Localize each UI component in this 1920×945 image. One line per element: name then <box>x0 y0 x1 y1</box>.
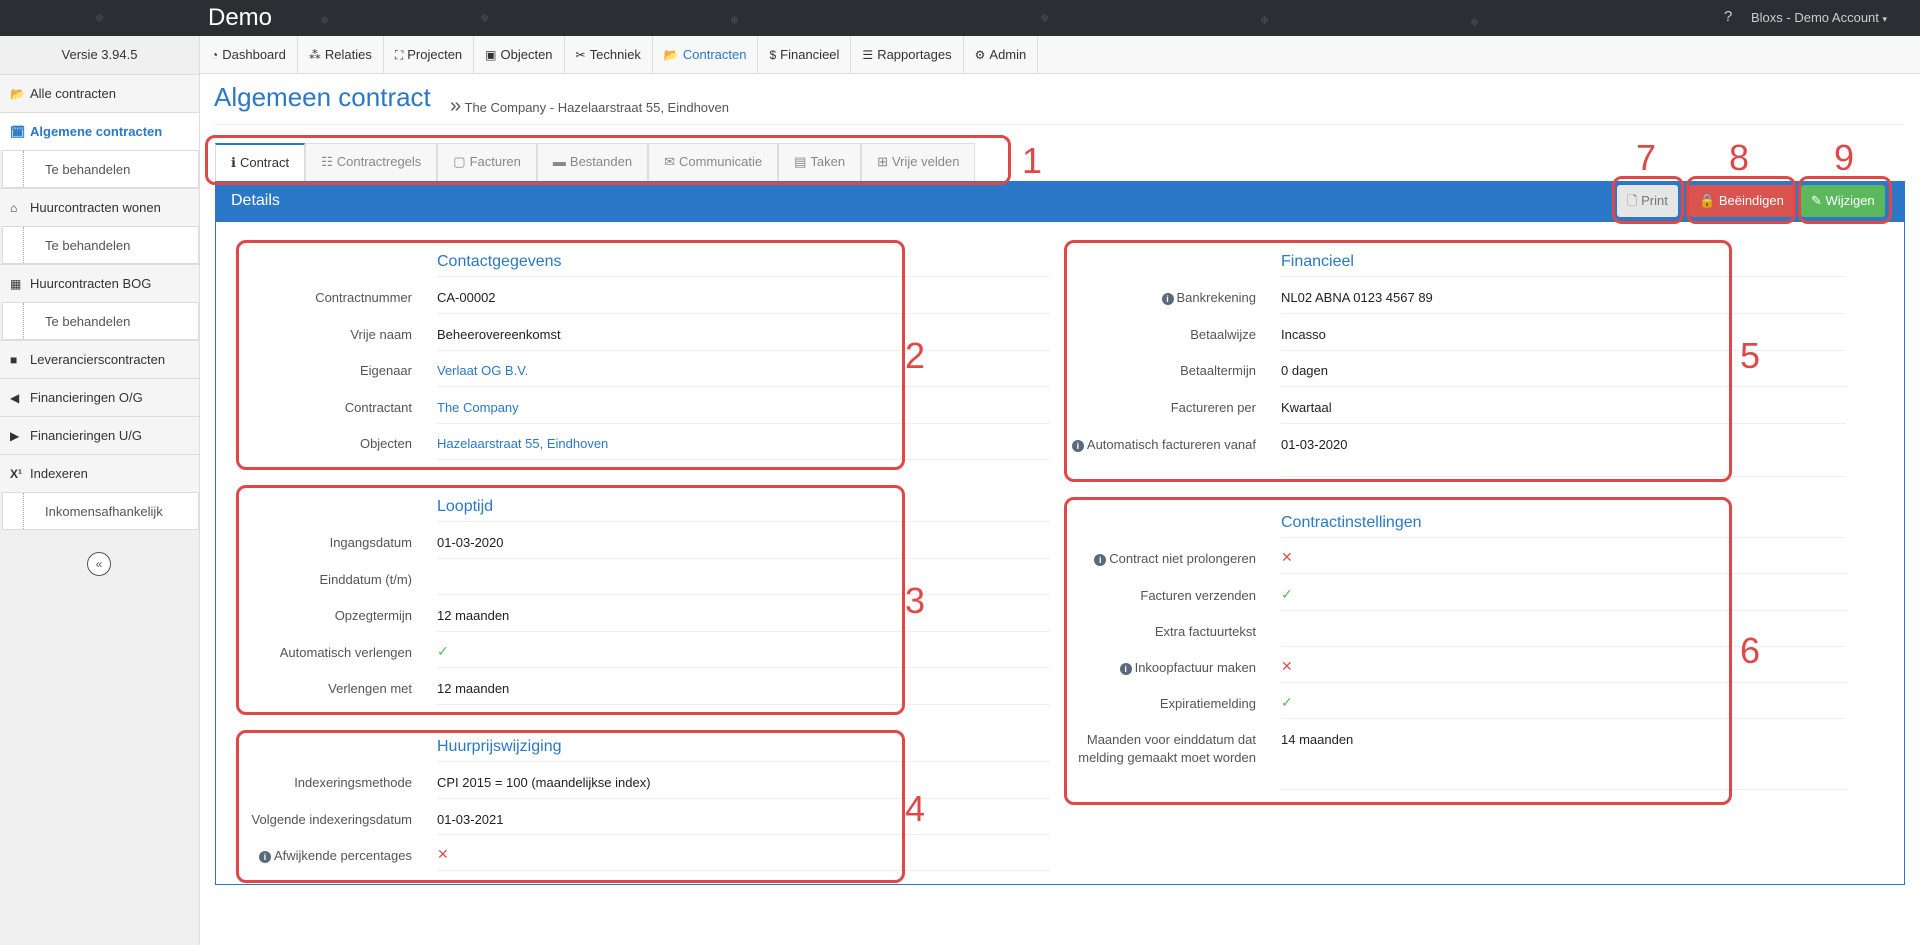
nav-financieel[interactable]: $ Financieel <box>758 36 852 74</box>
annotation-number: 1 <box>1022 140 1043 181</box>
nav-label: Financieel <box>780 47 840 62</box>
sidebar-subitem-label: Inkomensafhankelijk <box>45 503 163 519</box>
nav-objecten[interactable]: ▣ Objecten <box>474 36 565 74</box>
sidebar-item-indexeren[interactable]: X¹ Indexeren <box>0 454 199 492</box>
sidebar-item-label: Indexeren <box>30 466 88 481</box>
version-label: Versie 3.94.5 <box>61 47 138 62</box>
nav-label: Techniek <box>589 47 641 62</box>
building-icon: ▦ <box>10 276 22 291</box>
superscript-icon: X¹ <box>10 466 22 481</box>
sidebar-item-financieringen-ug[interactable]: ▶ Financieringen U/G <box>0 416 199 454</box>
top-bar: ❄ ❄ ❄ ❄ ❄ ❄ ❄ Demo ? Bloxs - Demo Accoun… <box>0 0 1920 36</box>
list-icon: ☰ <box>862 48 874 62</box>
circle-arrow-right-icon: ▶ <box>10 428 20 443</box>
annotation-box <box>236 730 905 883</box>
snowflake-decoration: ❄ <box>1470 17 1480 29</box>
sitemap-icon: ⁂ <box>308 48 321 62</box>
sidebar-item-label: Alle contracten <box>30 86 116 101</box>
sidebar-subitem-label: Te behandelen <box>45 161 131 177</box>
calendar-icon: 🗓 <box>10 124 26 139</box>
annotation-number: 8 <box>1729 137 1750 178</box>
account-menu[interactable]: Bloxs - Demo Account ▾ <box>1751 10 1887 25</box>
sidebar-item-huurcontracten-wonen[interactable]: ⌂ Huurcontracten wonen <box>0 188 199 226</box>
sidebar-item-leverancierscontracten[interactable]: ■ Leverancierscontracten <box>0 340 199 378</box>
sidebar-subitem-label: Te behandelen <box>45 237 131 253</box>
sidebar-item-label: Algemene contracten <box>30 124 163 139</box>
snowflake-decoration: ❄ <box>95 13 105 25</box>
dollar-icon: $ <box>769 48 777 62</box>
nav-rapportages[interactable]: ☰ Rapportages <box>851 36 964 74</box>
main-nav: ◔ Dashboard ⁂ Relaties ⛶ Projecten ▣ Objecte… <box>200 36 1920 74</box>
nav-contracten[interactable]: 📂 Contracten <box>653 36 759 74</box>
image-icon: ▣ <box>485 48 497 62</box>
account-label: Bloxs - Demo Account <box>1751 10 1879 25</box>
app-brand[interactable]: Demo <box>208 4 272 32</box>
page-title: Algemeen contract <box>214 82 431 112</box>
annotation-number: 2 <box>905 335 926 376</box>
snowflake-decoration: ❄ <box>1040 13 1050 25</box>
nav-label: Rapportages <box>877 47 952 62</box>
sidebar-item-label: Financieringen U/G <box>30 428 142 443</box>
sidebar-item-algemene-contracten[interactable]: 🗓 Algemene contracten <box>0 112 199 150</box>
nav-label: Admin <box>989 47 1027 62</box>
snowflake-decoration: ❄ <box>730 15 740 27</box>
page-subtitle: » The Company - Hazelaarstraat 55, Eindh… <box>450 95 729 118</box>
nav-label: Contracten <box>682 47 747 62</box>
sidebar-subitem-te-behandelen[interactable]: Te behandelen <box>2 226 199 264</box>
snowflake-decoration: ❄ <box>320 15 330 27</box>
annotation-box <box>236 485 905 715</box>
snowflake-decoration: ❄ <box>1260 15 1270 27</box>
divider <box>214 124 1904 125</box>
annotation-number: 7 <box>1636 137 1657 178</box>
sidebar-subitem-te-behandelen[interactable]: Te behandelen <box>2 302 199 340</box>
annotation-number: 4 <box>905 788 926 829</box>
folder-open-icon: 📂 <box>10 86 25 101</box>
home-icon: ⌂ <box>10 200 18 215</box>
sidebar-subitem-inkomensafhankelijk[interactable]: Inkomensafhankelijk <box>2 492 199 530</box>
circle-arrow-left-icon: ◀ <box>10 390 20 405</box>
annotation-box <box>1686 176 1796 224</box>
annotation-number: 5 <box>1740 335 1761 376</box>
sidebar-item-financieringen-og[interactable]: ◀ Financieringen O/G <box>0 378 199 416</box>
nav-relaties[interactable]: ⁂ Relaties <box>298 36 384 74</box>
snowflake-decoration: ❄ <box>480 13 490 25</box>
sidebar-item-alle-contracten[interactable]: 📂 Alle contracten <box>0 74 199 112</box>
nav-admin[interactable]: ⚙ Admin <box>964 36 1039 74</box>
nav-label: Objecten <box>500 47 553 62</box>
folder-open-icon: 📂 <box>663 48 679 62</box>
nav-dashboard[interactable]: ◔ Dashboard <box>200 36 298 74</box>
dashboard-icon: ◔ <box>211 48 219 62</box>
annotation-number: 9 <box>1834 137 1855 178</box>
annotation-box <box>1798 176 1892 224</box>
nav-techniek[interactable]: ✂ Techniek <box>565 36 653 74</box>
briefcase-icon: ■ <box>10 352 18 367</box>
nav-projecten[interactable]: ⛶ Projecten <box>384 36 475 74</box>
annotation-box <box>1064 497 1732 805</box>
gear-icon: ⚙ <box>974 48 986 62</box>
sidebar-subitem-label: Te behandelen <box>45 313 131 329</box>
annotation-number: 3 <box>905 580 926 621</box>
expand-icon: ⛶ <box>394 48 404 62</box>
sidebar-item-label: Leverancierscontracten <box>30 352 166 367</box>
wrench-icon: ✂ <box>575 48 586 62</box>
sidebar-item-huurcontracten-bog[interactable]: ▦ Huurcontracten BOG <box>0 264 199 302</box>
sidebar: Versie 3.94.5 📂 Alle contracten 🗓 Algeme… <box>0 36 200 945</box>
subtitle-text: The Company - Hazelaarstraat 55, Eindhov… <box>464 100 729 115</box>
annotation-box <box>1612 176 1684 224</box>
sidebar-item-label: Financieringen O/G <box>30 390 143 405</box>
annotation-box <box>236 240 905 470</box>
help-icon[interactable]: ? <box>1724 8 1732 25</box>
caret-down-icon: ▾ <box>1882 14 1888 24</box>
collapse-sidebar-button[interactable]: « <box>87 552 111 576</box>
sidebar-subitem-te-behandelen[interactable]: Te behandelen <box>2 150 199 188</box>
annotation-number: 6 <box>1740 630 1761 671</box>
breadcrumb-separator: » <box>450 95 462 117</box>
nav-label: Dashboard <box>222 47 286 62</box>
sidebar-item-label: Huurcontracten BOG <box>30 276 152 291</box>
nav-label: Projecten <box>407 47 463 62</box>
annotation-box <box>1064 240 1732 482</box>
annotation-box <box>205 135 1011 185</box>
nav-label: Relaties <box>324 47 372 62</box>
sidebar-item-label: Huurcontracten wonen <box>30 200 161 215</box>
